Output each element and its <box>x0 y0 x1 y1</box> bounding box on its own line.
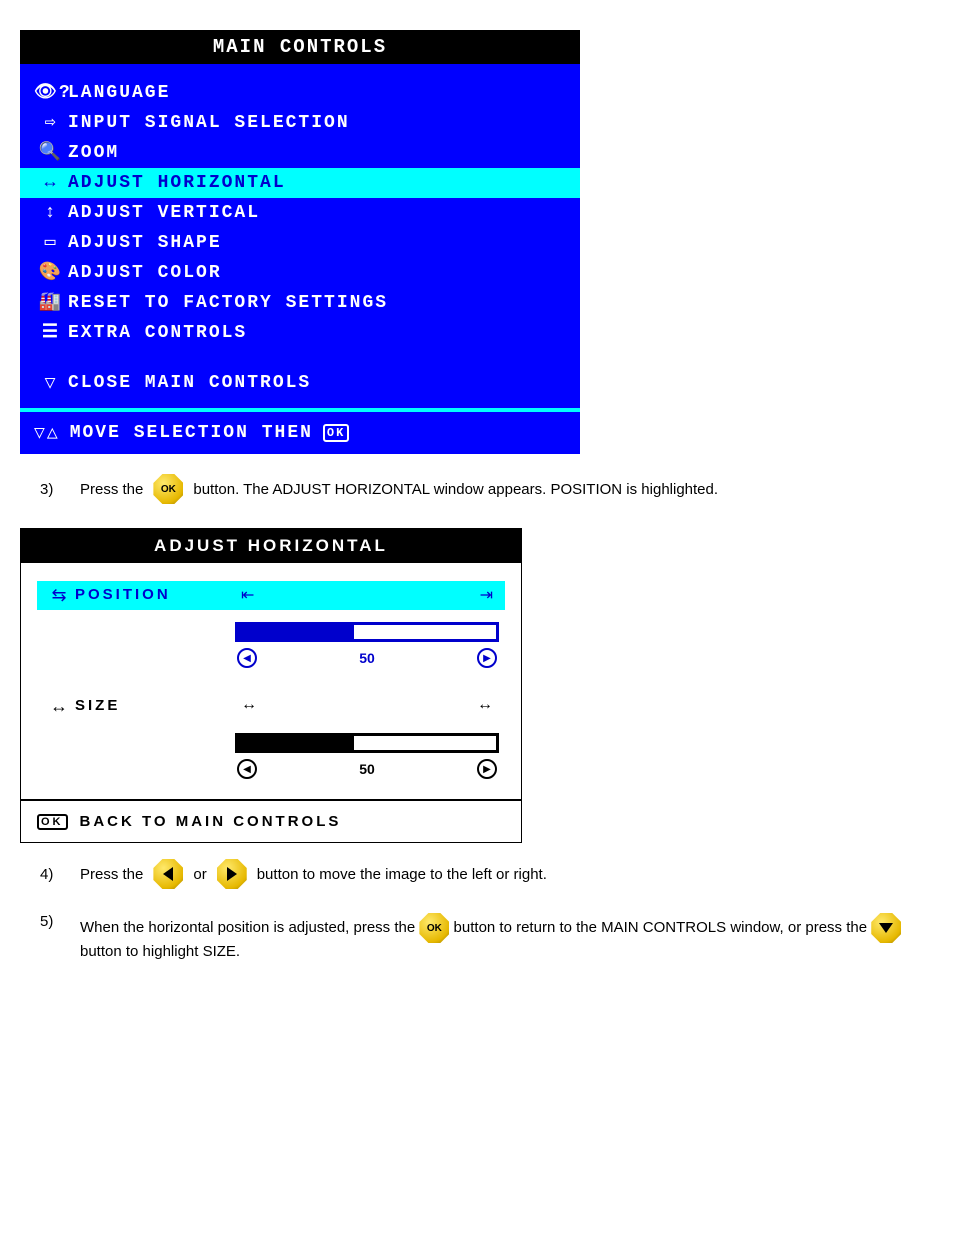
menu-item-label: EXTRA CONTROLS <box>68 323 566 343</box>
up-down-icon: ▽△ <box>34 422 60 444</box>
step-number: 4) <box>40 866 70 883</box>
menu-item-adjust-color[interactable]: 🎨 ADJUST COLOR <box>20 258 580 288</box>
ok-button-icon: OK <box>153 474 183 504</box>
arrow-left-icon[interactable]: ◀ <box>237 648 257 668</box>
step-text-after: button to highlight SIZE. <box>80 943 240 960</box>
step-number: 3) <box>40 481 70 498</box>
position-value: 50 <box>359 650 375 666</box>
menu-item-label: ZOOM <box>68 143 566 163</box>
menu-item-reset-factory[interactable]: 🏭 RESET TO FACTORY SETTINGS <box>20 288 580 318</box>
right-button-icon <box>217 859 247 889</box>
menu-item-label: RESET TO FACTORY SETTINGS <box>68 293 566 313</box>
menu-item-adjust-shape[interactable]: ▭ ADJUST SHAPE <box>20 228 580 258</box>
menu-item-label: ADJUST VERTICAL <box>68 203 566 223</box>
ok-button-icon: OK <box>419 913 449 943</box>
horizontal-icon: ↔ <box>34 174 68 192</box>
main-controls-list: 👁? LANGUAGE ⇨ INPUT SIGNAL SELECTION 🔍 Z… <box>20 64 580 354</box>
footer-text: MOVE SELECTION THEN <box>70 423 313 443</box>
vertical-icon: ↕ <box>34 204 68 222</box>
arrow-right-icon[interactable]: ▶ <box>477 759 497 779</box>
back-label: BACK TO MAIN CONTROLS <box>80 813 342 830</box>
step-text-before: When the horizontal position is adjusted… <box>80 919 415 936</box>
menu-item-label: ADJUST HORIZONTAL <box>68 173 566 193</box>
step-text-after: button. The ADJUST HORIZONTAL window app… <box>193 481 718 498</box>
step-text-mid: button to return to the MAIN CONTROLS wi… <box>454 919 868 936</box>
adjust-row-label: SIZE <box>75 696 235 714</box>
step-text-after: button to move the image to the left or … <box>257 866 547 883</box>
position-min-max-icons: ⇤⇥ <box>235 585 499 605</box>
size-min-max-icons: ↔↔ <box>235 696 499 714</box>
extra-icon: ☰ <box>34 324 68 342</box>
step-text-before: Press the <box>80 866 143 883</box>
color-icon: 🎨 <box>34 264 68 282</box>
menu-item-label: ADJUST SHAPE <box>68 233 566 253</box>
position-icon: ⇆ <box>43 585 75 606</box>
size-icon: ↔ <box>43 696 75 717</box>
adjust-horizontal-panel: ADJUST HORIZONTAL ⇆ POSITION ⇤⇥ ◀ 50 ▶ ↔ <box>20 528 522 843</box>
step-4: 4) Press the or button to move the image… <box>40 859 934 889</box>
menu-item-adjust-horizontal[interactable]: ↔ ADJUST HORIZONTAL <box>20 168 580 198</box>
down-button-icon <box>871 913 901 943</box>
menu-item-zoom[interactable]: 🔍 ZOOM <box>20 138 580 168</box>
main-controls-panel: MAIN CONTROLS 👁? LANGUAGE ⇨ INPUT SIGNAL… <box>20 30 580 454</box>
ok-icon: OK <box>323 424 349 442</box>
size-value: 50 <box>359 761 375 777</box>
adjust-horizontal-title: ADJUST HORIZONTAL <box>21 529 521 563</box>
step-number: 5) <box>40 913 70 930</box>
ok-icon: OK <box>37 814 68 830</box>
menu-item-label: INPUT SIGNAL SELECTION <box>68 113 566 133</box>
size-slider[interactable] <box>235 733 499 753</box>
close-main-controls[interactable]: ▽ CLOSE MAIN CONTROLS <box>20 354 580 408</box>
adjust-row-label: POSITION <box>75 585 235 603</box>
close-icon: ▽ <box>34 372 68 394</box>
menu-item-adjust-vertical[interactable]: ↕ ADJUST VERTICAL <box>20 198 580 228</box>
position-slider[interactable] <box>235 622 499 642</box>
factory-icon: 🏭 <box>34 294 68 312</box>
step-text-mid: or <box>193 866 206 883</box>
arrow-left-icon[interactable]: ◀ <box>237 759 257 779</box>
step-3: 3) Press the OK button. The ADJUST HORIZ… <box>40 474 934 504</box>
adjust-row-position[interactable]: ⇆ POSITION ⇤⇥ <box>37 581 505 610</box>
main-controls-footer: ▽△ MOVE SELECTION THEN OK <box>20 408 580 454</box>
menu-item-label: LANGUAGE <box>68 83 566 103</box>
menu-item-language[interactable]: 👁? LANGUAGE <box>20 78 580 108</box>
step-text-before: Press the <box>80 481 143 498</box>
main-controls-title: MAIN CONTROLS <box>20 30 580 64</box>
menu-item-label: ADJUST COLOR <box>68 263 566 283</box>
left-button-icon <box>153 859 183 889</box>
zoom-icon: 🔍 <box>34 144 68 162</box>
close-label: CLOSE MAIN CONTROLS <box>68 373 311 393</box>
adjust-row-size[interactable]: ↔ SIZE ↔↔ <box>37 692 505 721</box>
menu-item-input-signal[interactable]: ⇨ INPUT SIGNAL SELECTION <box>20 108 580 138</box>
step-5: 5) When the horizontal position is adjus… <box>40 913 934 960</box>
language-icon: 👁? <box>34 84 68 102</box>
arrow-right-icon[interactable]: ▶ <box>477 648 497 668</box>
menu-item-extra-controls[interactable]: ☰ EXTRA CONTROLS <box>20 318 580 348</box>
shape-icon: ▭ <box>34 234 68 252</box>
adjust-back-row[interactable]: OK BACK TO MAIN CONTROLS <box>21 799 521 842</box>
input-signal-icon: ⇨ <box>34 114 68 132</box>
